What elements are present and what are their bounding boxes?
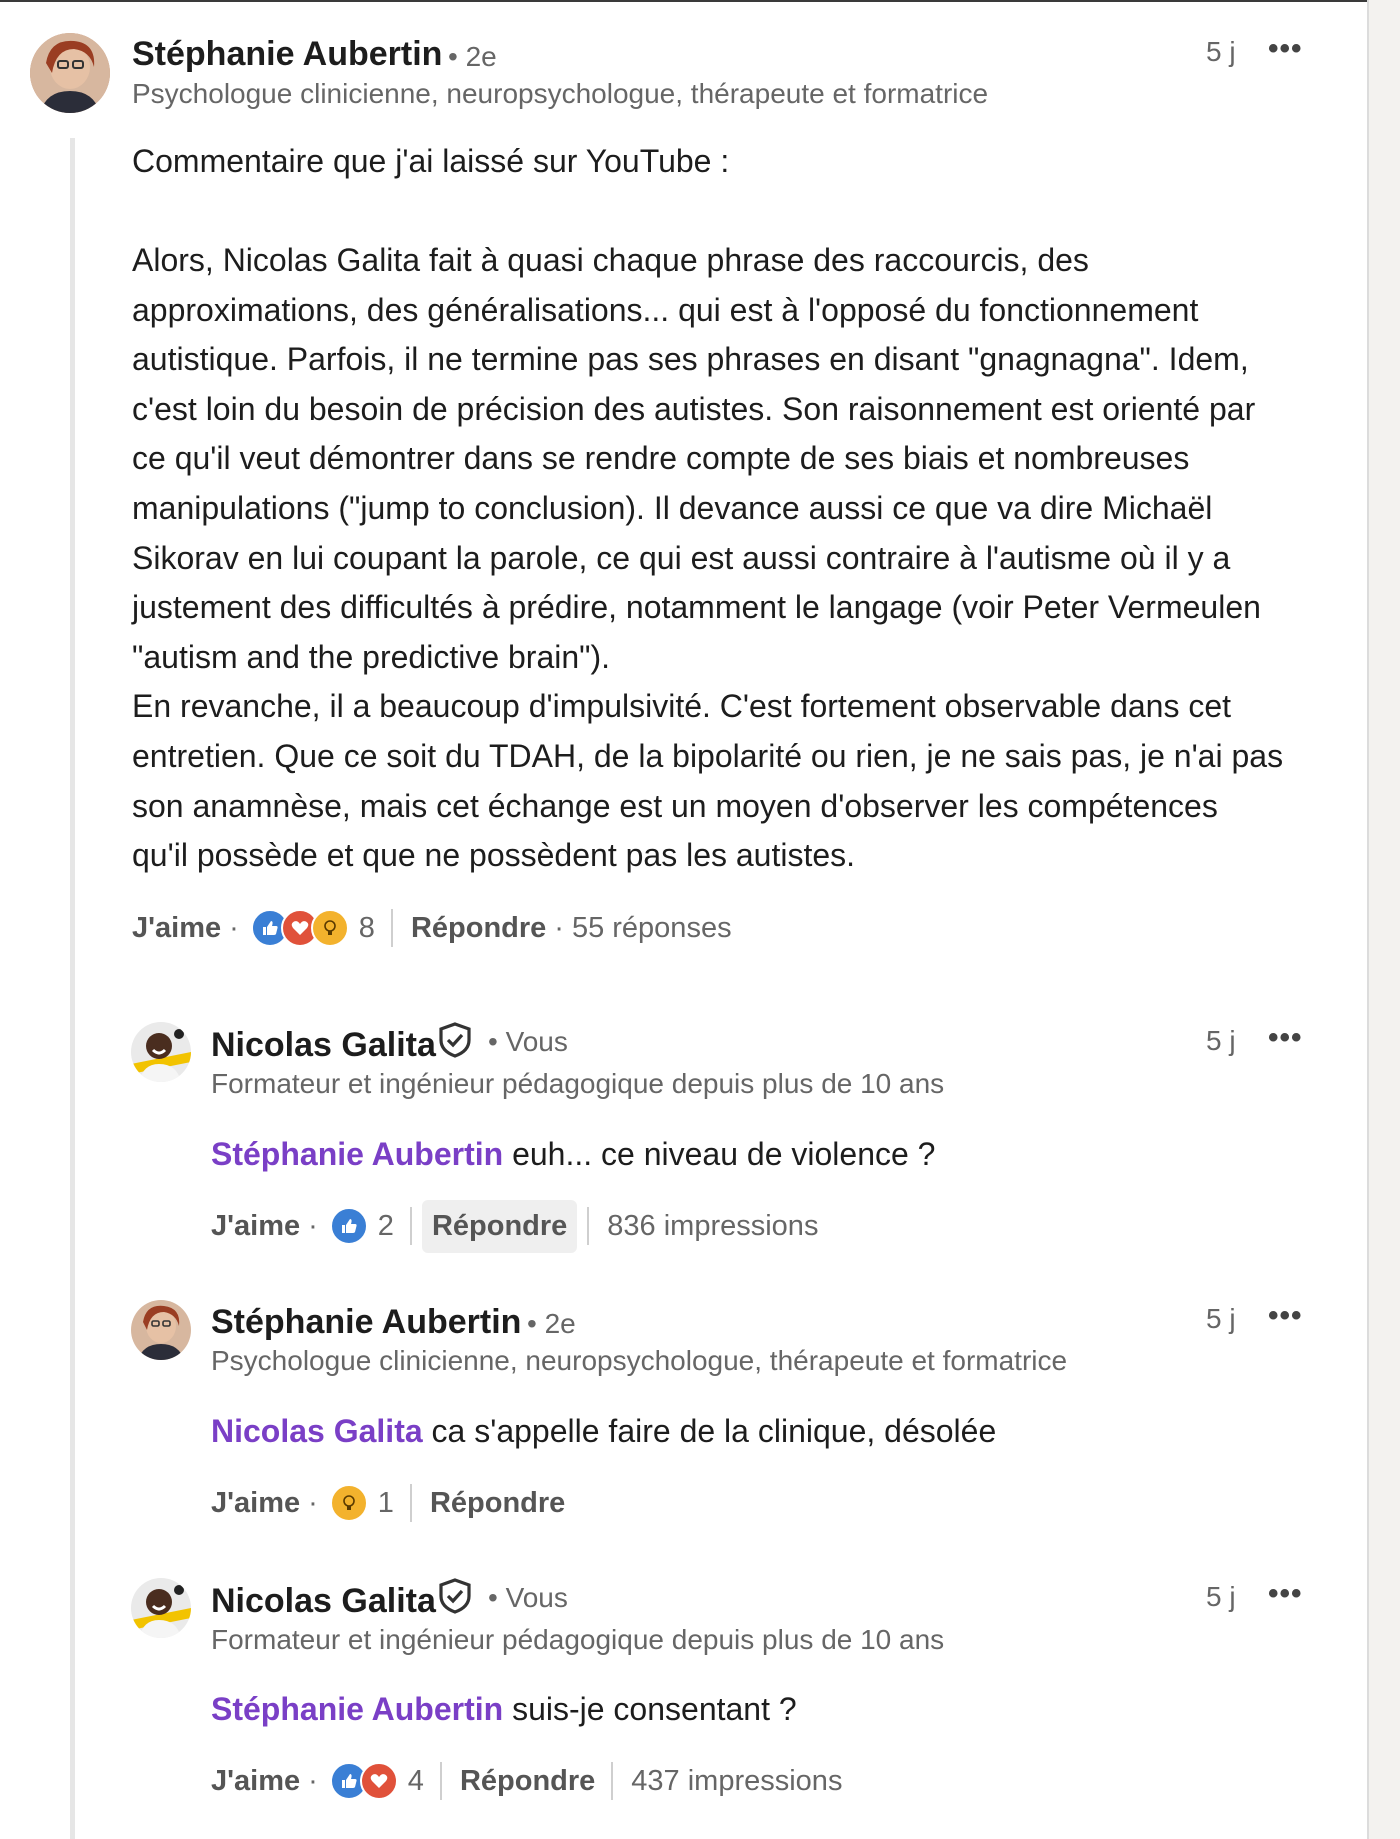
comment-actions: J'aime · 8 Répondre · 55 réponses	[132, 906, 732, 950]
avatar[interactable]	[131, 1022, 191, 1082]
like-icon	[329, 1207, 368, 1245]
divider	[439, 1762, 442, 1800]
like-button[interactable]: J'aime	[132, 912, 221, 945]
reply-actions: J'aime · 1 Répondre	[211, 1481, 565, 1525]
reply-text-content: suis-je consentant ?	[503, 1691, 797, 1727]
reactions-summary[interactable]	[250, 909, 349, 947]
author-name[interactable]: Stéphanie Aubertin	[211, 1303, 521, 1342]
reactions-summary[interactable]	[329, 1207, 368, 1245]
like-button[interactable]: J'aime	[211, 1210, 300, 1243]
author-headline: Psychologue clinicienne, neuropsychologu…	[211, 1345, 1068, 1376]
like-button[interactable]: J'aime	[211, 1765, 300, 1798]
divider	[611, 1762, 614, 1800]
top-border	[0, 0, 1400, 2]
thread-line	[70, 138, 75, 1839]
reaction-count[interactable]: 1	[378, 1487, 394, 1520]
timestamp: 5 j	[1206, 1025, 1236, 1056]
mention-link[interactable]: Stéphanie Aubertin	[211, 1136, 503, 1172]
author-name[interactable]: Nicolas Galita	[211, 1026, 436, 1065]
idea-icon	[310, 909, 349, 947]
connection-degree: • 2e	[527, 1308, 576, 1339]
separator-dot: ·	[308, 1209, 318, 1242]
reaction-count[interactable]: 4	[408, 1765, 424, 1798]
connection-degree: • 2e	[448, 41, 497, 72]
reply-text: Nicolas Galita ca s'appelle faire de la …	[211, 1407, 1311, 1457]
divider	[587, 1207, 590, 1245]
reply-actions: J'aime · 2 Répondre 836 impressions	[211, 1199, 819, 1253]
connection-degree: • Vous	[488, 1582, 568, 1613]
reaction-count[interactable]: 2	[378, 1210, 394, 1243]
more-options-button[interactable]: •••	[1268, 1577, 1303, 1611]
avatar[interactable]	[131, 1578, 191, 1638]
reactions-summary[interactable]	[329, 1484, 368, 1522]
idea-icon	[329, 1484, 368, 1522]
reply-text: Stéphanie Aubertin suis-je consentant ?	[211, 1685, 1311, 1735]
separator-dot: ·	[308, 1764, 318, 1797]
reaction-count[interactable]: 8	[359, 912, 375, 945]
reply-text: Stéphanie Aubertin euh... ce niveau de v…	[211, 1130, 1311, 1180]
reply-text-content: ca s'appelle faire de la clinique, désol…	[422, 1413, 997, 1449]
verified-badge-icon	[436, 1577, 474, 1620]
reply-button[interactable]: Répondre	[460, 1765, 595, 1798]
author-headline: Formateur et ingénieur pédagogique depui…	[211, 1624, 945, 1655]
divider	[409, 1207, 412, 1245]
separator-dot: ·	[554, 911, 564, 944]
page-scroll-gutter[interactable]	[1367, 0, 1400, 1839]
comment-text-body: Alors, Nicolas Galita fait à quasi chaqu…	[132, 242, 1284, 874]
comment-text-intro: Commentaire que j'ai laissé sur YouTube …	[132, 143, 730, 179]
divider	[390, 909, 393, 947]
author-headline: Formateur et ingénieur pédagogique depui…	[211, 1068, 945, 1099]
timestamp: 5 j	[1206, 1581, 1236, 1612]
reply-button[interactable]: Répondre	[421, 1199, 578, 1253]
mention-link[interactable]: Nicolas Galita	[211, 1413, 423, 1449]
love-icon	[359, 1762, 398, 1800]
reply-text-content: euh... ce niveau de violence ?	[503, 1136, 936, 1172]
more-options-button[interactable]: •••	[1268, 32, 1303, 66]
replies-count[interactable]: 55 réponses	[572, 912, 732, 945]
reply-button[interactable]: Répondre	[411, 912, 546, 945]
mention-link[interactable]: Stéphanie Aubertin	[211, 1691, 503, 1727]
timestamp: 5 j	[1206, 1303, 1236, 1334]
impressions-count: 437 impressions	[631, 1764, 843, 1797]
reactions-summary[interactable]	[329, 1762, 398, 1800]
divider	[409, 1484, 412, 1522]
timestamp: 5 j	[1206, 36, 1236, 67]
connection-degree: • Vous	[488, 1026, 568, 1057]
more-options-button[interactable]: •••	[1268, 1299, 1303, 1333]
verified-badge-icon	[436, 1021, 474, 1064]
author-name[interactable]: Nicolas Galita	[211, 1582, 436, 1621]
reply-button[interactable]: Répondre	[430, 1487, 565, 1520]
impressions-count: 836 impressions	[607, 1209, 819, 1242]
author-headline: Psychologue clinicienne, neuropsychologu…	[132, 78, 989, 109]
avatar[interactable]	[131, 1300, 191, 1360]
avatar[interactable]	[30, 33, 110, 113]
more-options-button[interactable]: •••	[1268, 1021, 1303, 1055]
like-button[interactable]: J'aime	[211, 1487, 300, 1520]
separator-dot: ·	[308, 1486, 318, 1519]
separator-dot: ·	[229, 911, 239, 944]
author-name[interactable]: Stéphanie Aubertin	[132, 35, 442, 74]
reply-actions: J'aime · 4 Répondre 437 impressions	[211, 1759, 842, 1803]
